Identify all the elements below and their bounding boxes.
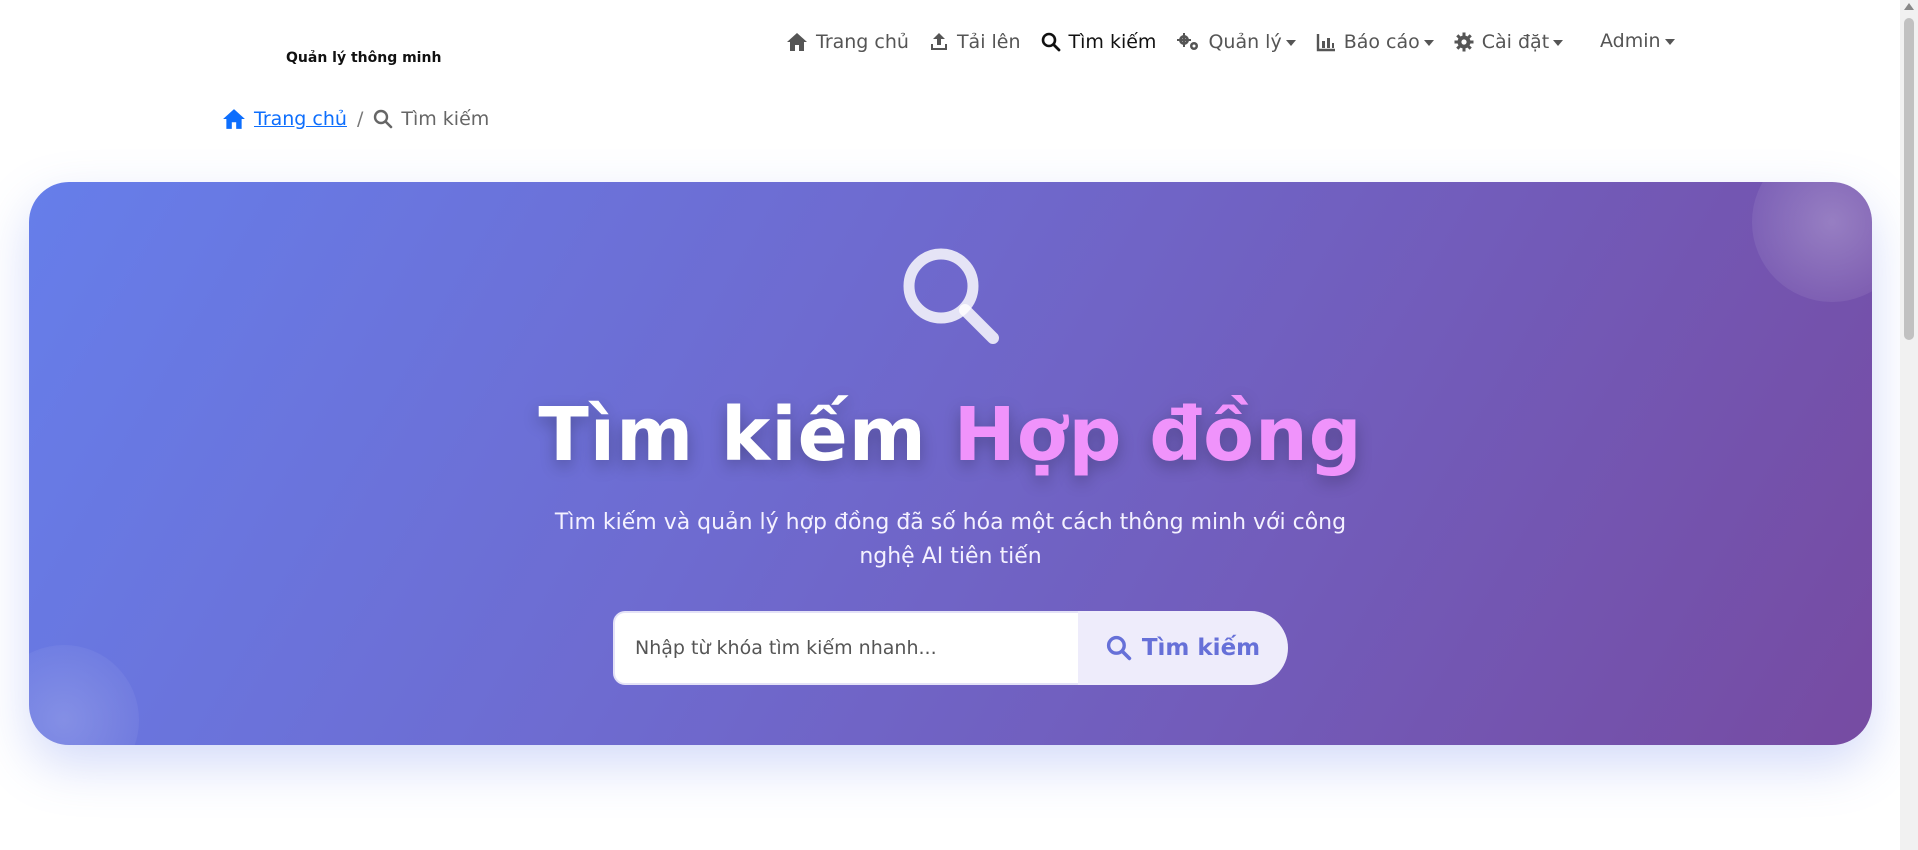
breadcrumb-current-label: Tìm kiếm (401, 108, 490, 130)
nav-label-home: Trang chủ (816, 31, 909, 53)
breadcrumb-current: Tìm kiếm (373, 108, 489, 130)
nav-label-upload: Tải lên (956, 31, 1021, 53)
upload-icon (930, 33, 947, 50)
gear-icon (1454, 32, 1474, 52)
nav-label-reports: Báo cáo (1343, 31, 1420, 53)
nav-label-settings: Cài đặt (1481, 31, 1550, 53)
user-menu[interactable]: Admin (1600, 30, 1675, 52)
breadcrumb-separator: / (356, 108, 364, 130)
chevron-down-icon (1664, 39, 1675, 45)
chart-icon (1316, 34, 1335, 52)
chevron-down-icon (1285, 40, 1296, 46)
nav-item-upload[interactable]: Tải lên (929, 31, 1021, 53)
hero-subtitle: Tìm kiếm và quản lý hợp đồng đã số hóa m… (554, 510, 1347, 569)
nav-item-manage[interactable]: Quản lý (1176, 31, 1296, 53)
hero-glow (29, 645, 139, 745)
search-icon (1106, 635, 1132, 661)
hero-glow (1752, 182, 1872, 302)
search-icon (903, 248, 999, 344)
search-hero: Tìm kiếm Hợp đồng Tìm kiếm và quản lý hợ… (29, 182, 1872, 745)
hero-title: Tìm kiếm Hợp đồng (29, 392, 1872, 478)
scroll-up-arrow-icon[interactable] (1904, 3, 1914, 10)
breadcrumb-home-link[interactable]: Trang chủ (222, 108, 347, 130)
hero-title-accent: Hợp đồng (953, 392, 1363, 478)
page: Quản lý thông minh Trang chủ Tải lên Tìm… (0, 0, 1918, 850)
search-icon (374, 109, 393, 129)
nav-label-manage: Quản lý (1208, 31, 1282, 53)
brand-title[interactable]: Quản lý thông minh (286, 50, 441, 66)
nav-item-search[interactable]: Tìm kiếm (1041, 31, 1157, 53)
breadcrumb: Trang chủ / Tìm kiếm (222, 108, 489, 130)
top-navbar: Quản lý thông minh Trang chủ Tải lên Tìm… (0, 0, 1900, 84)
nav-item-home[interactable]: Trang chủ (786, 31, 909, 53)
search-button[interactable]: Tìm kiếm (1078, 611, 1288, 685)
search-input-wrapper (613, 611, 1080, 685)
chevron-down-icon (1423, 40, 1434, 46)
nav-item-settings[interactable]: Cài đặt (1454, 31, 1564, 53)
search-input[interactable] (635, 637, 1078, 659)
main-nav: Trang chủ Tải lên Tìm kiếm Quản lý Báo c… (786, 26, 1583, 58)
search-icon (1041, 32, 1060, 52)
chevron-down-icon (1553, 40, 1564, 46)
hero-title-main: Tìm kiếm (538, 392, 927, 478)
search-button-label: Tìm kiếm (1141, 635, 1261, 661)
scrollbar-thumb[interactable] (1904, 18, 1914, 340)
breadcrumb-home-label: Trang chủ (254, 108, 347, 130)
home-icon (223, 109, 245, 129)
cogs-icon (1177, 33, 1199, 50)
home-icon (787, 33, 807, 51)
nav-label-search: Tìm kiếm (1068, 31, 1157, 53)
user-name: Admin (1600, 30, 1661, 52)
nav-item-reports[interactable]: Báo cáo (1316, 31, 1434, 53)
vertical-scrollbar[interactable] (1900, 0, 1918, 850)
